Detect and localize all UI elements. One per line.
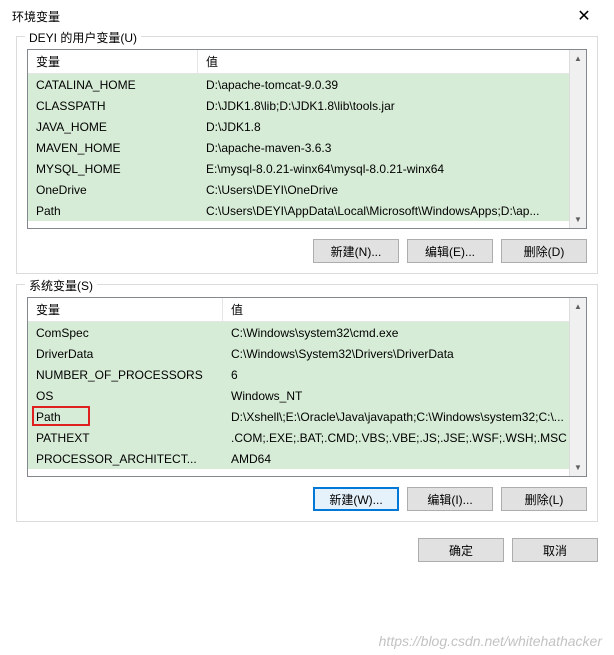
user-vars-table[interactable]: 变量 值 CATALINA_HOMED:\apache-tomcat-9.0.3… [27,49,587,229]
table-row[interactable]: MYSQL_HOMEE:\mysql-8.0.21-winx64\mysql-8… [28,158,586,179]
new-user-var-button[interactable]: 新建(N)... [313,239,399,263]
table-row[interactable]: PATHEXT.COM;.EXE;.BAT;.CMD;.VBS;.VBE;.JS… [28,427,586,448]
delete-user-var-button[interactable]: 删除(D) [501,239,587,263]
user-vars-buttons: 新建(N)... 编辑(E)... 删除(D) [27,239,587,263]
system-vars-body: ComSpecC:\Windows\system32\cmd.exe Drive… [28,322,586,469]
close-icon[interactable]: ✕ [564,6,604,26]
user-vars-group: DEYI 的用户变量(U) 变量 值 CATALINA_HOMED:\apach… [16,36,598,274]
system-vars-buttons: 新建(W)... 编辑(I)... 删除(L) [27,487,587,511]
table-row[interactable]: NUMBER_OF_PROCESSORS6 [28,364,586,385]
table-row[interactable]: PathC:\Users\DEYI\AppData\Local\Microsof… [28,200,586,221]
table-row[interactable]: DriverDataC:\Windows\System32\Drivers\Dr… [28,343,586,364]
scroll-up-icon[interactable]: ▲ [570,50,586,67]
system-vars-table[interactable]: 变量 值 ComSpecC:\Windows\system32\cmd.exe … [27,297,587,477]
system-vars-group: 系统变量(S) 变量 值 ComSpecC:\Windows\system32\… [16,284,598,522]
col-variable[interactable]: 变量 [28,49,198,74]
table-header: 变量 值 [28,50,586,74]
dialog-title: 环境变量 [12,8,60,25]
table-row[interactable]: MAVEN_HOMED:\apache-maven-3.6.3 [28,137,586,158]
table-row[interactable]: OneDriveC:\Users\DEYI\OneDrive [28,179,586,200]
watermark: https://blog.csdn.net/whitehathacker [379,633,602,649]
dialog-buttons: 确定 取消 [0,532,614,572]
delete-system-var-button[interactable]: 删除(L) [501,487,587,511]
table-row[interactable]: CLASSPATHD:\JDK1.8\lib;D:\JDK1.8\lib\too… [28,95,586,116]
table-row[interactable]: JAVA_HOMED:\JDK1.8 [28,116,586,137]
user-vars-body: CATALINA_HOMED:\apache-tomcat-9.0.39 CLA… [28,74,586,221]
edit-user-var-button[interactable]: 编辑(E)... [407,239,493,263]
titlebar: 环境变量 ✕ [0,0,614,30]
col-variable[interactable]: 变量 [28,297,223,322]
scroll-down-icon[interactable]: ▼ [570,459,586,476]
col-value[interactable]: 值 [198,49,586,74]
table-row[interactable]: OSWindows_NT [28,385,586,406]
scroll-up-icon[interactable]: ▲ [570,298,586,315]
scrollbar[interactable]: ▲ ▼ [569,50,586,228]
system-vars-label: 系统变量(S) [25,277,97,294]
table-row[interactable]: PathD:\Xshell\;E:\Oracle\Java\javapath;C… [28,406,586,427]
table-row[interactable]: CATALINA_HOMED:\apache-tomcat-9.0.39 [28,74,586,95]
col-value[interactable]: 值 [223,297,586,322]
table-row[interactable]: PROCESSOR_ARCHITECT...AMD64 [28,448,586,469]
cancel-button[interactable]: 取消 [512,538,598,562]
table-header: 变量 值 [28,298,586,322]
new-system-var-button[interactable]: 新建(W)... [313,487,399,511]
scroll-down-icon[interactable]: ▼ [570,211,586,228]
scrollbar[interactable]: ▲ ▼ [569,298,586,476]
table-row[interactable]: ComSpecC:\Windows\system32\cmd.exe [28,322,586,343]
user-vars-label: DEYI 的用户变量(U) [25,29,141,46]
edit-system-var-button[interactable]: 编辑(I)... [407,487,493,511]
ok-button[interactable]: 确定 [418,538,504,562]
